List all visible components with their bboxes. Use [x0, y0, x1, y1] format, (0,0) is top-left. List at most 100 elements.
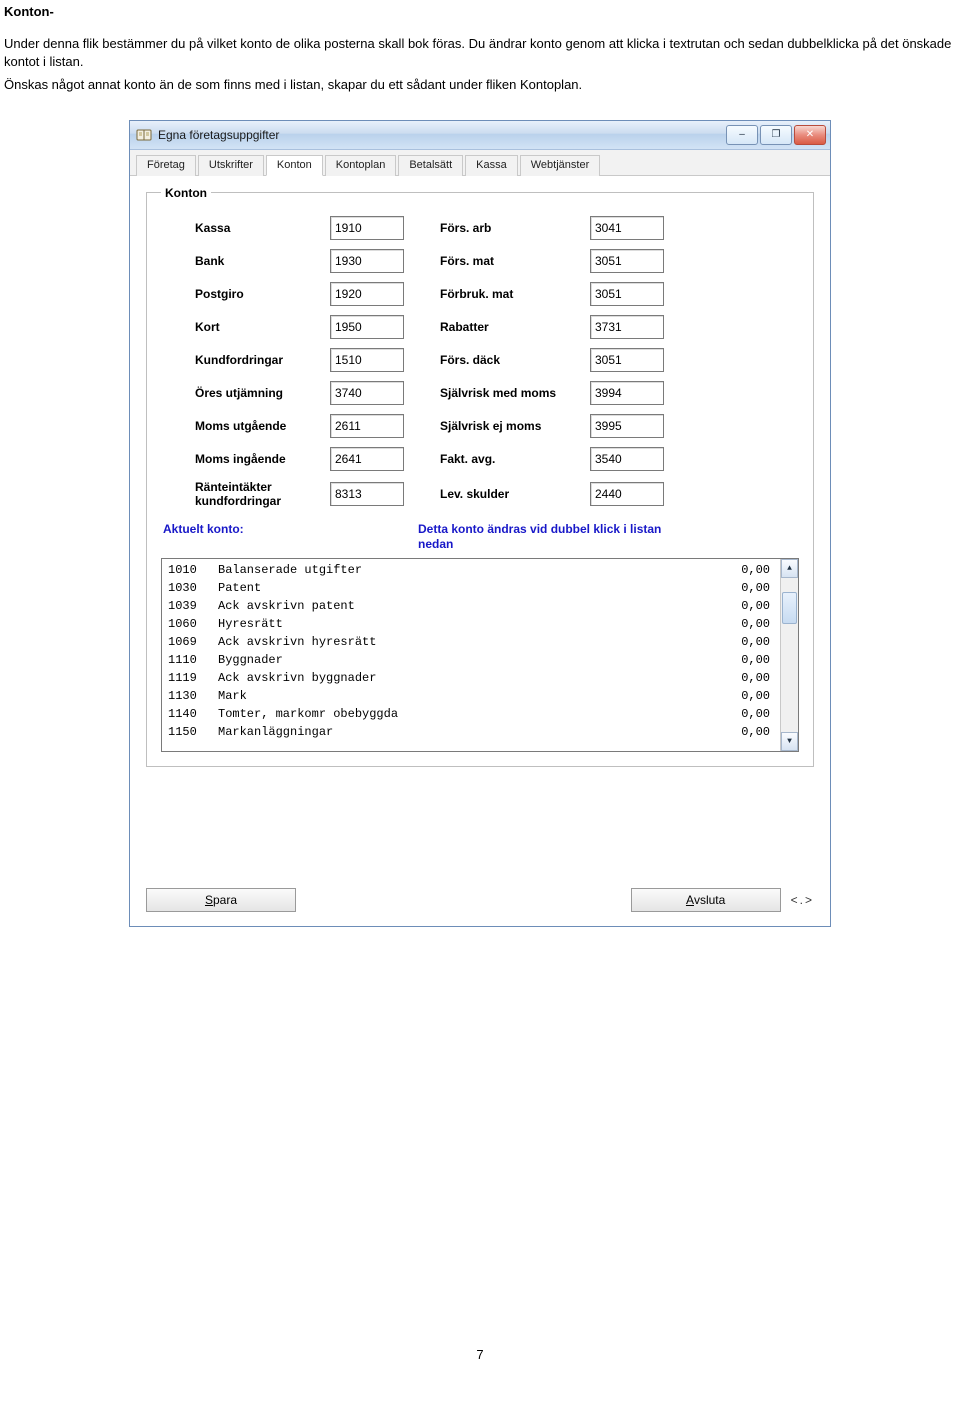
list-item-number: 1039 — [168, 597, 218, 615]
list-item-value: 0,00 — [710, 597, 774, 615]
close-label-rest: vsluta — [694, 893, 725, 907]
maximize-button[interactable]: ❐ — [760, 125, 792, 145]
client-area: Konton KassaFörs. arbBankFörs. matPostgi… — [130, 176, 830, 926]
close-mnemonic: A — [686, 893, 694, 907]
field-input[interactable] — [330, 381, 404, 405]
scroll-track[interactable] — [781, 578, 798, 732]
field-label: Postgiro — [195, 287, 330, 301]
list-item-text: Byggnader — [218, 651, 710, 669]
list-item-text: Markanläggningar — [218, 723, 710, 741]
list-item[interactable]: 1140Tomter, markomr obebyggda0,00 — [168, 705, 774, 723]
tab-konton[interactable]: Konton — [266, 155, 323, 176]
field-input[interactable] — [330, 315, 404, 339]
list-item-text: Balanserade utgifter — [218, 561, 710, 579]
list-item-value: 0,00 — [710, 705, 774, 723]
list-item[interactable]: 1010Balanserade utgifter0,00 — [168, 561, 774, 579]
list-item-number: 1130 — [168, 687, 218, 705]
tab-betalsätt[interactable]: Betalsätt — [398, 155, 463, 176]
field-label: Moms ingående — [195, 452, 330, 466]
titlebar[interactable]: Egna företagsuppgifter – ❐ ✕ — [130, 121, 830, 150]
list-item[interactable]: 1130Mark0,00 — [168, 687, 774, 705]
close-button[interactable]: ✕ — [794, 125, 826, 145]
list-item-value: 0,00 — [710, 651, 774, 669]
nav-hint: <.> — [791, 893, 814, 907]
section-heading: Konton- — [4, 4, 956, 19]
list-item[interactable]: 1119Ack avskrivn byggnader0,00 — [168, 669, 774, 687]
list-item-number: 1030 — [168, 579, 218, 597]
field-label: Bank — [195, 254, 330, 268]
field-input[interactable] — [330, 447, 404, 471]
scroll-up-icon[interactable]: ▲ — [781, 559, 798, 578]
field-label: Fakt. avg. — [440, 452, 590, 466]
list-item-text: Mark — [218, 687, 710, 705]
field-input[interactable] — [590, 381, 664, 405]
tab-webtjänster[interactable]: Webtjänster — [520, 155, 601, 176]
list-item-text: Tomter, markomr obebyggda — [218, 705, 710, 723]
tab-kontoplan[interactable]: Kontoplan — [325, 155, 397, 176]
list-item[interactable]: 1039Ack avskrivn patent0,00 — [168, 597, 774, 615]
field-input[interactable] — [330, 414, 404, 438]
field-input[interactable] — [590, 249, 664, 273]
list-item-value: 0,00 — [710, 579, 774, 597]
current-account-label: Aktuelt konto: — [163, 522, 418, 552]
field-label: Förs. arb — [440, 221, 590, 235]
list-item-value: 0,00 — [710, 723, 774, 741]
field-input[interactable] — [590, 447, 664, 471]
list-item-number: 1069 — [168, 633, 218, 651]
field-input[interactable] — [590, 348, 664, 372]
list-item-number: 1119 — [168, 669, 218, 687]
list-item-value: 0,00 — [710, 669, 774, 687]
field-label: Självrisk med moms — [440, 386, 590, 400]
list-item-text: Hyresrätt — [218, 615, 710, 633]
list-item-text: Patent — [218, 579, 710, 597]
field-input[interactable] — [330, 348, 404, 372]
list-item-value: 0,00 — [710, 687, 774, 705]
tab-företag[interactable]: Företag — [136, 155, 196, 176]
groupbox-legend: Konton — [161, 186, 211, 200]
field-label: Kassa — [195, 221, 330, 235]
field-input[interactable] — [330, 216, 404, 240]
list-item-number: 1150 — [168, 723, 218, 741]
list-item[interactable]: 1110Byggnader0,00 — [168, 651, 774, 669]
intro-paragraph-1: Under denna flik bestämmer du på vilket … — [4, 35, 956, 70]
field-label: Moms utgående — [195, 419, 330, 433]
field-input[interactable] — [590, 282, 664, 306]
intro-paragraph-2: Önskas något annat konto än de som finns… — [4, 76, 956, 94]
field-label: Lev. skulder — [440, 487, 590, 501]
field-input[interactable] — [330, 249, 404, 273]
list-item[interactable]: 1030Patent0,00 — [168, 579, 774, 597]
field-label: Ränteintäkter kundfordringar — [195, 480, 330, 508]
field-input[interactable] — [330, 482, 404, 506]
scrollbar[interactable]: ▲ ▼ — [780, 559, 798, 751]
tab-kassa[interactable]: Kassa — [465, 155, 518, 176]
dialog-window: Egna företagsuppgifter – ❐ ✕ FöretagUtsk… — [129, 120, 831, 927]
field-label: Kundfordringar — [195, 353, 330, 367]
minimize-button[interactable]: – — [726, 125, 758, 145]
list-item-text: Ack avskrivn hyresrätt — [218, 633, 710, 651]
list-item[interactable]: 1060Hyresrätt0,00 — [168, 615, 774, 633]
scroll-thumb[interactable] — [782, 592, 797, 624]
list-item-value: 0,00 — [710, 633, 774, 651]
list-item[interactable]: 1150Markanläggningar0,00 — [168, 723, 774, 741]
field-input[interactable] — [590, 216, 664, 240]
field-input[interactable] — [590, 315, 664, 339]
field-input[interactable] — [330, 282, 404, 306]
list-item-value: 0,00 — [710, 615, 774, 633]
field-input[interactable] — [590, 482, 664, 506]
list-item-number: 1010 — [168, 561, 218, 579]
field-label: Förs. däck — [440, 353, 590, 367]
tab-utskrifter[interactable]: Utskrifter — [198, 155, 264, 176]
account-listbox[interactable]: 1010Balanserade utgifter0,001030Patent0,… — [161, 558, 799, 752]
app-icon — [136, 127, 152, 143]
field-input[interactable] — [590, 414, 664, 438]
field-label: Självrisk ej moms — [440, 419, 590, 433]
field-label: Rabatter — [440, 320, 590, 334]
konton-groupbox: Konton KassaFörs. arbBankFörs. matPostgi… — [146, 186, 814, 767]
save-button[interactable]: Spara — [146, 888, 296, 912]
close-dialog-button[interactable]: Avsluta — [631, 888, 781, 912]
field-label: Öres utjämning — [195, 386, 330, 400]
scroll-down-icon[interactable]: ▼ — [781, 732, 798, 751]
page-number: 7 — [4, 1347, 956, 1362]
list-item-text: Ack avskrivn patent — [218, 597, 710, 615]
list-item[interactable]: 1069Ack avskrivn hyresrätt0,00 — [168, 633, 774, 651]
